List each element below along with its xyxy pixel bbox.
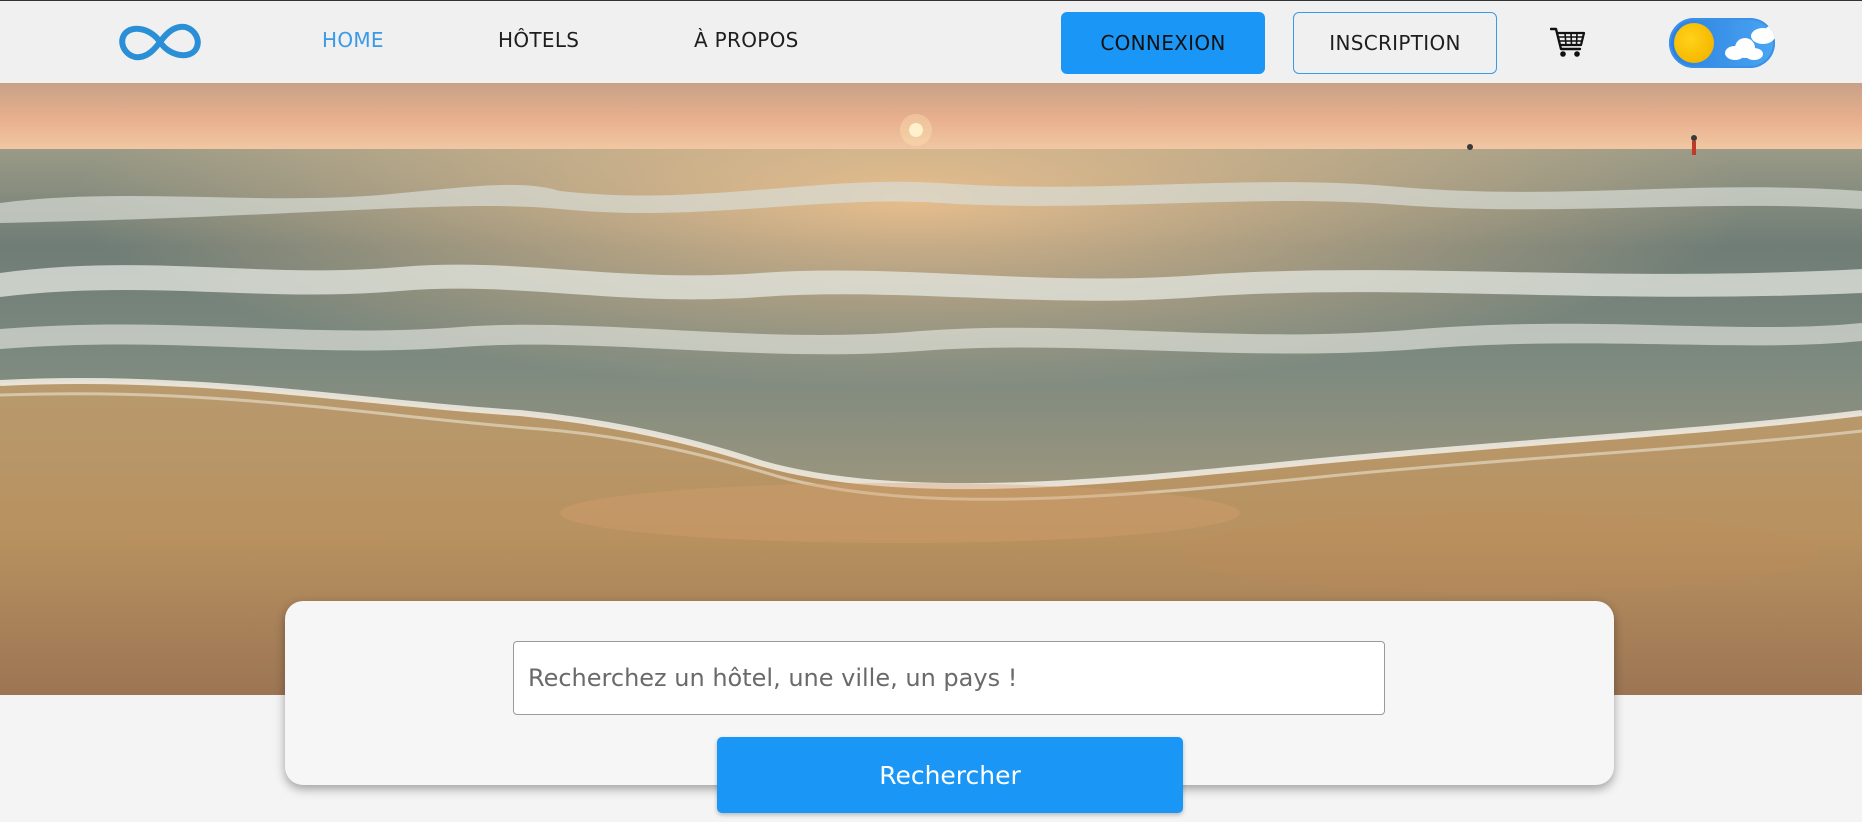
cloud-icon <box>1725 25 1775 60</box>
shopping-cart-icon[interactable] <box>1549 25 1586 59</box>
theme-toggle[interactable] <box>1669 18 1775 68</box>
infinity-icon[interactable] <box>114 19 206 65</box>
nav-home-link[interactable]: HOME <box>322 28 384 52</box>
navbar: HOME HÔTELS À PROPOS CONNEXION INSCRIPTI… <box>0 0 1862 83</box>
nav-hotels-link[interactable]: HÔTELS <box>498 28 579 52</box>
sun-icon <box>1674 23 1714 63</box>
search-panel: Rechercher <box>285 601 1614 813</box>
signup-button[interactable]: INSCRIPTION <box>1293 12 1497 74</box>
nav-about-link[interactable]: À PROPOS <box>694 28 799 52</box>
search-input[interactable] <box>513 641 1385 715</box>
login-button[interactable]: CONNEXION <box>1061 12 1265 74</box>
search-button[interactable]: Rechercher <box>717 737 1183 813</box>
